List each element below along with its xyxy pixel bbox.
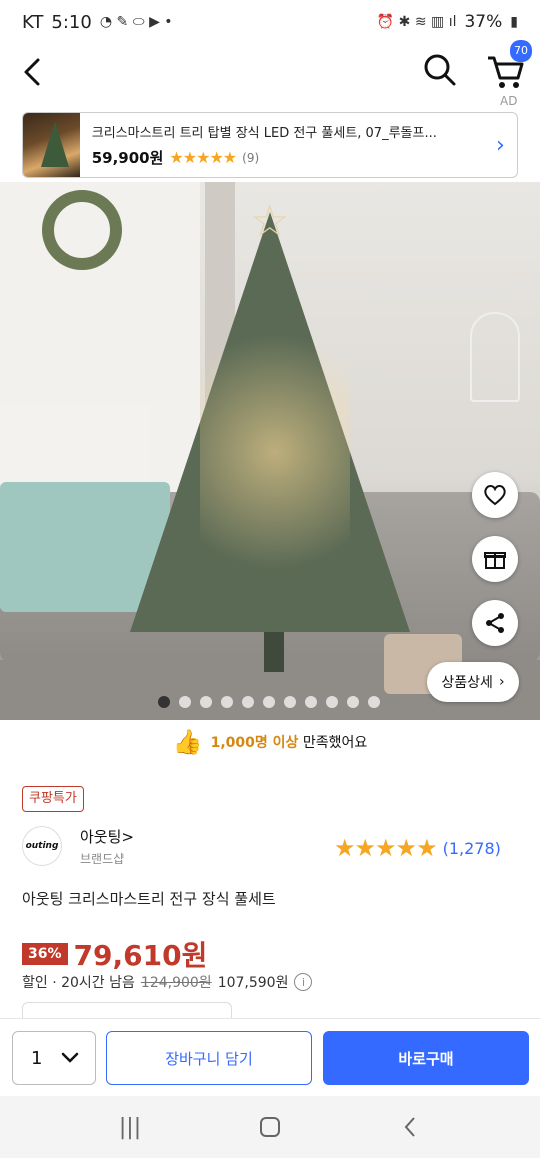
quantity-value: 1 [31, 1047, 43, 1069]
discount-badge: 36% [22, 943, 68, 965]
buy-now-button[interactable]: 바로구매 [323, 1031, 529, 1085]
carousel-dot[interactable] [305, 696, 317, 708]
notification-icons: ◔ ✎ ⬭ ▶ • [99, 14, 173, 30]
brand-logo[interactable]: outing [22, 826, 62, 866]
system-nav-bar: ||| [0, 1096, 540, 1158]
carousel-dot[interactable] [158, 696, 170, 708]
search-icon [424, 54, 456, 86]
brand-name-link[interactable]: 아웃팅> [80, 826, 134, 847]
member-price: 107,590원 [217, 975, 289, 991]
home-button[interactable] [240, 1107, 300, 1147]
hero-tree-lights [200, 302, 350, 602]
cart-button[interactable]: 70 [484, 40, 532, 92]
discount-timer: 할인 · 20시간 남음 [22, 975, 135, 991]
chevron-right-icon: › [498, 674, 505, 690]
back-button[interactable] [18, 52, 48, 92]
coupang-deal-badge: 쿠팡특가 [22, 786, 84, 812]
hero-fireplace [0, 404, 150, 484]
carousel-dot[interactable] [368, 696, 380, 708]
rating-count-link[interactable]: (1,278) [443, 839, 501, 858]
hero-wreath [42, 190, 122, 270]
brand-logo-text: outing [25, 841, 59, 851]
hero-tree-trunk [264, 632, 284, 672]
ad-review-count: (9) [242, 150, 260, 165]
price-row: 36% 79,610원 [22, 934, 207, 974]
carousel-dot[interactable] [221, 696, 233, 708]
satisfaction-count: 1,000명 이상 [210, 735, 299, 751]
carousel-dot[interactable] [284, 696, 296, 708]
chevron-left-icon [404, 1117, 415, 1137]
ad-price: 59,900원 [91, 149, 164, 167]
add-to-cart-button[interactable]: 장바구니 담기 [106, 1031, 312, 1085]
brand-shop-label: 브랜드샵 [80, 852, 125, 866]
product-title: 아웃팅 크리스마스트리 전구 장식 풀세트 [22, 890, 276, 908]
carousel-dot[interactable] [179, 696, 191, 708]
nav-back-button[interactable] [380, 1107, 440, 1147]
satisfaction-banner: 👍 1,000명 이상 만족했어요 [0, 724, 540, 760]
ad-rating-stars: ★★★★★ [169, 148, 237, 167]
chevron-down-icon [61, 1052, 79, 1063]
share-icon [486, 613, 504, 633]
price-detail-row: 할인 · 20시간 남음 124,900원 107,590원 i [22, 972, 313, 992]
battery-icon: ▮ [510, 14, 518, 30]
ad-label: AD [500, 94, 518, 108]
cart-count-badge: 70 [510, 40, 532, 62]
carousel-dot[interactable] [263, 696, 275, 708]
thumbs-up-icon: 👍 [172, 728, 203, 756]
carousel-dot[interactable] [242, 696, 254, 708]
battery-percent: 37% [464, 12, 503, 32]
chevron-left-icon [24, 58, 40, 86]
clock: 5:10 [51, 11, 92, 33]
product-image-carousel[interactable]: ☆ [0, 182, 540, 720]
rating-stars: ★★★★★ [334, 834, 438, 862]
top-app-bar: 70 [0, 40, 540, 104]
gift-button[interactable] [472, 536, 518, 582]
system-icons: ⏰ ✱ ≋ ▥ ıl [376, 14, 457, 30]
ad-thumbnail [23, 113, 80, 177]
ad-banner[interactable]: 크리스마스트리 트리 탑별 장식 LED 전구 풀세트, 07_루돌프... 5… [22, 112, 518, 178]
quantity-select[interactable]: 1 [12, 1031, 96, 1085]
satisfaction-text: 만족했어요 [298, 735, 368, 751]
tree-star-icon: ☆ [250, 196, 290, 247]
carousel-dots [158, 696, 380, 708]
carousel-dot[interactable] [326, 696, 338, 708]
product-detail-button[interactable]: 상품상세 › [427, 662, 519, 702]
search-button[interactable] [420, 50, 460, 90]
hero-lantern [470, 312, 520, 402]
home-icon [260, 1117, 280, 1137]
gift-icon [484, 552, 506, 569]
ad-title: 크리스마스트리 트리 탑별 장식 LED 전구 풀세트, 07_루돌프... [91, 126, 437, 141]
carousel-dot[interactable] [347, 696, 359, 708]
product-detail-label: 상품상세 [441, 675, 493, 691]
purchase-bar: 1 장바구니 담기 바로구매 [0, 1018, 540, 1094]
carrier-label: KT [22, 11, 44, 33]
chevron-right-icon: › [495, 132, 505, 158]
recent-apps-icon[interactable]: ||| [100, 1107, 160, 1147]
info-icon[interactable]: i [294, 973, 313, 991]
carousel-dot[interactable] [200, 696, 212, 708]
wishlist-button[interactable] [472, 472, 518, 518]
sale-price: 79,610원 [73, 939, 208, 972]
product-rating[interactable]: ★★★★★ (1,278) [334, 834, 501, 862]
original-price: 124,900원 [140, 975, 212, 991]
heart-icon [484, 485, 506, 506]
status-bar: KT 5:10 ◔ ✎ ⬭ ▶ • ⏰ ✱ ≋ ▥ ıl 37% ▮ [0, 0, 540, 44]
share-button[interactable] [472, 600, 518, 646]
